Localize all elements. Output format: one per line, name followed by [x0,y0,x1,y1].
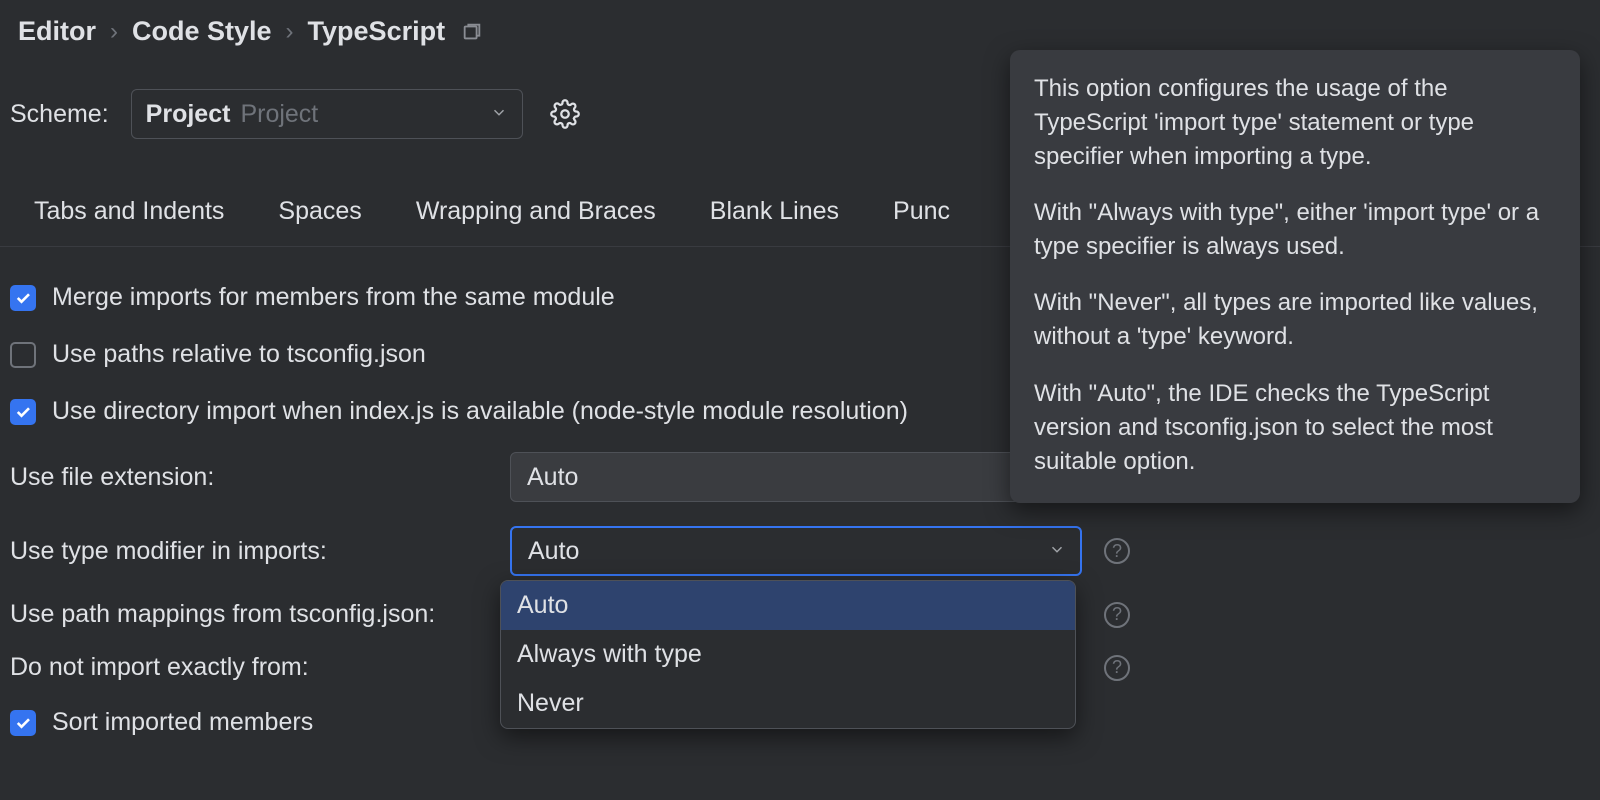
help-icon[interactable]: ? [1104,602,1130,628]
checkbox-checked-icon[interactable] [10,399,36,425]
tab-wrapping-and-braces[interactable]: Wrapping and Braces [416,197,656,226]
breadcrumb-item-typescript[interactable]: TypeScript [308,16,446,47]
tab-blank-lines[interactable]: Blank Lines [710,197,839,226]
tooltip-paragraph: This option configures the usage of the … [1034,72,1556,174]
breadcrumb-separator: › [110,18,118,46]
option-label: Merge imports for members from the same … [52,283,615,312]
field-type-modifier: Use type modifier in imports: Auto ? [10,514,1590,588]
type-modifier-select[interactable]: Auto [510,526,1082,576]
scheme-value: Project [146,100,231,129]
tab-tabs-and-indents[interactable]: Tabs and Indents [34,197,224,226]
type-modifier-dropdown: Auto Always with type Never [500,580,1076,729]
breadcrumb-separator: › [286,18,294,46]
field-label: Use type modifier in imports: [10,537,510,566]
help-icon[interactable]: ? [1104,538,1130,564]
scheme-secondary: Project [240,100,318,129]
scheme-label: Scheme: [10,100,109,129]
breadcrumb: Editor › Code Style › TypeScript [0,0,1600,57]
tab-spaces[interactable]: Spaces [278,197,361,226]
dropdown-option-always-with-type[interactable]: Always with type [501,630,1075,679]
field-label: Do not import exactly from: [10,653,510,682]
chevron-down-icon [490,100,508,129]
breadcrumb-item-code-style[interactable]: Code Style [132,16,272,47]
help-tooltip: This option configures the usage of the … [1010,50,1580,503]
field-label: Use path mappings from tsconfig.json: [10,600,510,629]
combo-value: Auto [528,537,579,566]
tooltip-paragraph: With "Never", all types are imported lik… [1034,286,1556,354]
breadcrumb-item-editor[interactable]: Editor [18,16,96,47]
combo-value: Auto [527,463,578,492]
checkbox-checked-icon[interactable] [10,710,36,736]
tab-punctuation[interactable]: Punc [893,197,950,226]
checkbox-unchecked-icon[interactable] [10,342,36,368]
option-label: Use directory import when index.js is av… [52,397,908,426]
scheme-select[interactable]: Project Project [131,89,523,139]
field-label: Use file extension: [10,463,510,492]
dropdown-option-auto[interactable]: Auto [501,581,1075,630]
help-icon[interactable]: ? [1104,655,1130,681]
option-label: Sort imported members [52,708,313,737]
dropdown-option-never[interactable]: Never [501,679,1075,728]
option-label: Use paths relative to tsconfig.json [52,340,426,369]
tooltip-paragraph: With "Always with type", either 'import … [1034,196,1556,264]
gear-icon[interactable] [545,94,585,134]
tooltip-paragraph: With "Auto", the IDE checks the TypeScri… [1034,377,1556,479]
chevron-down-icon [1048,537,1066,566]
copy-settings-icon[interactable] [461,21,483,43]
checkbox-checked-icon[interactable] [10,285,36,311]
